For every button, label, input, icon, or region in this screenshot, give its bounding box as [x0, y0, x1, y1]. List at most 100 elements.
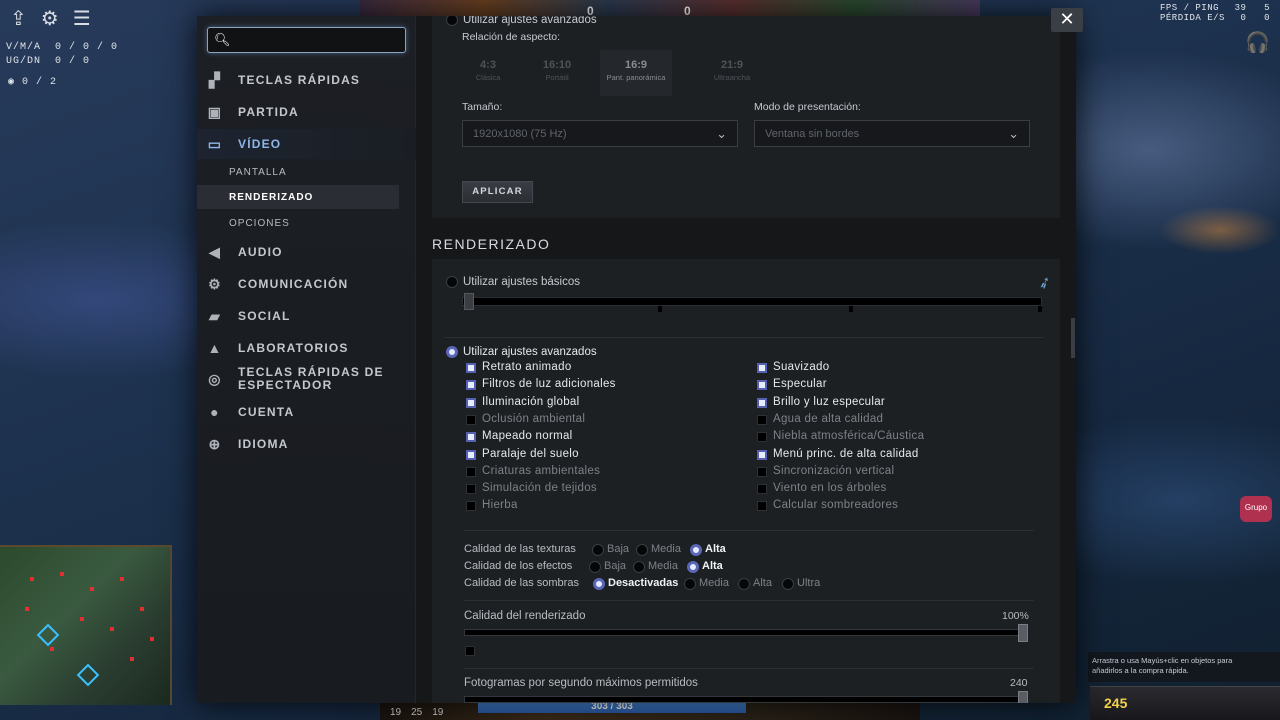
minimap[interactable] — [0, 545, 172, 705]
sidebar-item-communication[interactable]: ⚙ COMUNICACIÓN — [197, 269, 416, 299]
upload-icon[interactable]: ⇪ — [10, 8, 27, 30]
display-advanced-radio[interactable] — [446, 16, 458, 26]
max-fps-thumb[interactable] — [1018, 691, 1028, 703]
advanced-settings-label: Utilizar ajustes avanzados — [463, 346, 597, 358]
quality-option-radio[interactable] — [687, 561, 699, 573]
hotkeys-icon: ▞ — [209, 71, 221, 88]
aspect-21-9[interactable]: 21:9 Ultraancha — [696, 50, 768, 96]
render-quality-slider[interactable] — [464, 629, 1028, 636]
display-panel: Utilizar ajustes avanzados Relación de a… — [432, 16, 1060, 218]
quality-option-radio[interactable] — [633, 561, 645, 573]
quality-option-radio[interactable] — [592, 544, 604, 556]
sidebar-item-video[interactable]: ▭ VÍDEO — [197, 129, 416, 159]
max-fps-slider[interactable] — [464, 696, 1028, 703]
sidebar-item-social[interactable]: ▰ SOCIAL — [197, 301, 416, 331]
quality-option-radio[interactable] — [782, 578, 794, 590]
content-scrollbar[interactable] — [1071, 318, 1075, 358]
sidebar-item-game[interactable]: ▣ PARTIDA — [197, 97, 416, 127]
settings-window: 🔍︎ ▞ TECLAS RÁPIDAS ▣ PARTIDA ▭ VÍDEO PANTA… — [197, 16, 1076, 703]
setting-checkbox[interactable] — [466, 484, 476, 495]
setting-checkbox[interactable] — [757, 449, 767, 460]
quality-preset-thumb[interactable] — [464, 293, 474, 310]
setting-checkbox[interactable] — [466, 432, 476, 443]
setting-checkbox-label: Iluminación global — [482, 395, 580, 408]
setting-checkbox-label: Hierba — [482, 499, 518, 512]
setting-checkbox-label: Criaturas ambientales — [482, 464, 601, 477]
setting-checkbox-label: Sincronización vertical — [773, 464, 895, 477]
sidebar-item-language[interactable]: ⊕ IDIOMA — [197, 429, 416, 459]
globe-icon: ⊕ — [208, 435, 222, 452]
render-quality-label: Calidad del renderizado — [464, 610, 586, 622]
apply-button[interactable]: APLICAR — [462, 181, 533, 203]
sidebar-item-hotkeys[interactable]: ▞ TECLAS RÁPIDAS — [197, 65, 416, 95]
sidebar-item-audio[interactable]: ◀ AUDIO — [197, 237, 416, 267]
setting-checkbox[interactable] — [757, 501, 767, 512]
kda-stats: V/M/A 0 / 0 / 0 — [6, 42, 119, 53]
chevron-down-icon: ⌄ — [1008, 126, 1019, 141]
setting-checkbox[interactable] — [757, 380, 767, 391]
aspect-16-10[interactable]: 16:10 Portátil — [521, 50, 593, 96]
aspect-4-3[interactable]: 4:3 Clásica — [452, 50, 524, 96]
headset-icon[interactable]: 🎧 — [1245, 30, 1270, 55]
sidebar-item-account[interactable]: ● CUENTA — [197, 397, 416, 427]
setting-checkbox-label: Calcular sombreadores — [773, 499, 899, 512]
setting-checkbox-label: Retrato animado — [482, 361, 572, 373]
quality-option-radio[interactable] — [738, 578, 750, 590]
sidebar-item-spectator-hotkeys[interactable]: ◎ TECLAS RÁPIDAS DE ESPECTADOR — [197, 362, 416, 396]
search-box[interactable]: 🔍︎ — [207, 27, 406, 53]
setting-checkbox[interactable] — [466, 380, 476, 391]
divider — [464, 668, 1034, 669]
quality-option-radio[interactable] — [589, 561, 601, 573]
preset-tick — [658, 306, 662, 312]
quality-option-radio[interactable] — [684, 578, 696, 590]
quality-option-radio[interactable] — [690, 544, 702, 556]
setting-checkbox[interactable] — [466, 466, 476, 477]
setting-checkbox[interactable] — [466, 449, 476, 460]
settings-gear-icon[interactable]: ⚙ — [41, 8, 59, 30]
render-quality-value: 100% — [1002, 610, 1029, 622]
setting-checkbox[interactable] — [757, 484, 767, 495]
search-icon: 🔍︎ — [214, 32, 231, 47]
quality-option-label: Media — [651, 543, 681, 555]
party-chat-icon[interactable]: Grupo — [1240, 496, 1272, 522]
setting-checkbox[interactable] — [757, 363, 767, 373]
aspect-16-9[interactable]: 16:9 Pant. panorámica — [600, 50, 672, 96]
setting-checkbox-label: Simulación de tejidos — [482, 482, 597, 495]
setting-checkbox[interactable] — [757, 397, 767, 408]
lasthit-deny-stats: UG/DN 0 / 0 — [6, 56, 91, 67]
setting-checkbox[interactable] — [757, 414, 767, 425]
close-button[interactable]: ✕ — [1051, 8, 1083, 32]
setting-checkbox[interactable] — [466, 501, 476, 512]
basic-settings-radio[interactable] — [446, 276, 458, 288]
setting-checkbox[interactable] — [757, 432, 767, 443]
max-fps-value: 240 — [1010, 677, 1028, 689]
render-quality-thumb[interactable] — [1018, 624, 1028, 642]
quality-option-radio[interactable] — [593, 578, 605, 590]
search-input[interactable] — [232, 31, 400, 49]
sidebar-subitem-rendering[interactable]: RENDERIZADO — [197, 185, 399, 209]
setting-checkbox[interactable] — [466, 363, 476, 373]
resolution-dropdown[interactable]: 1920x1080 (75 Hz) ⌄ — [462, 120, 738, 147]
quality-option-radio[interactable] — [636, 544, 648, 556]
setting-checkbox[interactable] — [466, 414, 476, 425]
advanced-settings-radio[interactable] — [446, 346, 458, 358]
quality-preset-slider[interactable] — [462, 297, 1042, 306]
hero-levels: 19 25 19 — [390, 707, 444, 718]
sidebar-item-labs[interactable]: ▲ LABORATORIOS — [197, 333, 416, 363]
hidden-option-checkbox[interactable] — [465, 646, 475, 656]
hero-portrait-bar[interactable] — [360, 0, 980, 16]
setting-checkbox[interactable] — [757, 466, 767, 477]
preset-tick — [1038, 306, 1042, 312]
monitor-icon: ▭ — [207, 135, 223, 152]
sidebar-subitem-options[interactable]: OPCIONES — [197, 211, 399, 235]
sidebar-subitem-screen[interactable]: PANTALLA — [197, 160, 399, 184]
display-mode-dropdown[interactable]: Ventana sin bordes ⌄ — [754, 120, 1030, 147]
setting-checkbox-label: Oclusión ambiental — [482, 412, 586, 425]
gear-icon: ⚙ — [208, 275, 222, 292]
setting-checkbox-label: Suavizado — [773, 361, 830, 373]
gold-panel[interactable]: 245 — [1090, 686, 1280, 720]
preset-tick — [849, 306, 853, 312]
menu-icon[interactable]: ☰ — [73, 8, 91, 30]
wards-count: ◉ 0 / 2 — [8, 77, 58, 88]
setting-checkbox[interactable] — [466, 397, 476, 408]
